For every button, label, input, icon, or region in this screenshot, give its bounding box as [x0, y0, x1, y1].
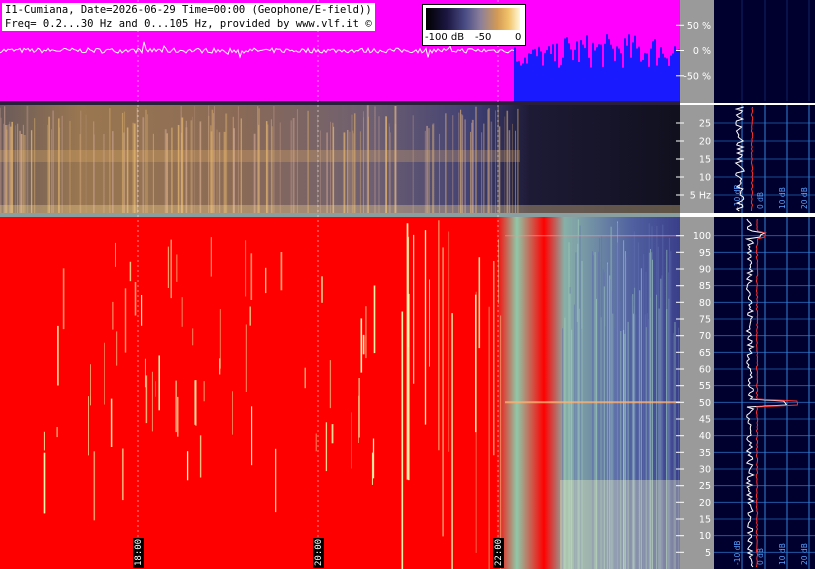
y-tick-label: 65	[699, 348, 711, 359]
spectrum-high-tick-label: -10 dB	[733, 540, 742, 565]
y-tick-label: 95	[699, 248, 711, 259]
spectrum-high-tick-label: 20 dB	[800, 543, 809, 565]
colorbar-label-min: -100 dB	[425, 32, 465, 43]
spectrum-high-tick-label: 10 dB	[778, 543, 787, 565]
y-tick-label: 5	[705, 548, 711, 559]
y-tick-label: -50 %	[683, 71, 711, 82]
y-tick-label: 30	[699, 465, 711, 476]
y-tick-label: 20	[699, 137, 711, 148]
spectrum-low-tick-label: 0 dB	[756, 192, 765, 209]
y-tick-label: 70	[699, 331, 711, 342]
time-label: 18:00	[134, 539, 144, 566]
y-tick-label: 25	[699, 481, 711, 492]
y-tick-label: 90	[699, 265, 711, 276]
y-tick-label: 45	[699, 415, 711, 426]
colorbar-label-mid: -50	[475, 32, 492, 43]
y-tick-label: 40	[699, 431, 711, 442]
y-tick-label: 60	[699, 365, 711, 376]
y-tick-label: 85	[699, 281, 711, 292]
y-tick-label: 15	[699, 155, 711, 166]
panel-divider	[0, 213, 680, 217]
spectrogram-high-lowfreq-glow	[560, 480, 680, 569]
time-label: 22:00	[494, 539, 504, 566]
y-tick-label: 100	[693, 231, 711, 242]
y-tick-label: 25	[699, 119, 711, 130]
y-tick-label: 10	[699, 173, 711, 184]
spectrum-low-tick-label: 10 dB	[778, 187, 787, 209]
y-tick-label: 35	[699, 448, 711, 459]
y-tick-label: 55	[699, 381, 711, 392]
colorbar-gradient	[426, 8, 520, 30]
title-line-1: I1-Cumiana, Date=2026-06-29 Time=00:00 (…	[5, 4, 372, 16]
y-tick-label: 80	[699, 298, 711, 309]
vlf-spectrogram-chart: 50 %0 %-50 %252015105 Hz1009590858075706…	[0, 0, 815, 569]
y-tick-label: 10	[699, 531, 711, 542]
y-tick-label: 50 %	[687, 21, 711, 32]
spectrum-low-tick-label: 20 dB	[800, 187, 809, 209]
panel-divider	[0, 101, 680, 105]
chart-title: I1-Cumiana, Date=2026-06-29 Time=00:00 (…	[2, 3, 375, 31]
spectrogram-low-band	[0, 205, 680, 213]
y-tick-label: 75	[699, 315, 711, 326]
y-tick-label: 15	[699, 515, 711, 526]
y-tick-label: 5 Hz	[690, 191, 711, 202]
time-label: 20:00	[314, 539, 324, 566]
y-tick-label: 20	[699, 498, 711, 509]
colorbar-legend: -100 dB -50 0	[422, 4, 526, 46]
y-tick-label: 50	[699, 398, 711, 409]
colorbar-label-max: 0	[515, 32, 522, 43]
title-line-2: Freq= 0.2...30 Hz and 0...105 Hz, provid…	[5, 18, 372, 30]
spectrogram-low-band	[0, 150, 520, 162]
y-tick-label: 0 %	[693, 46, 711, 57]
